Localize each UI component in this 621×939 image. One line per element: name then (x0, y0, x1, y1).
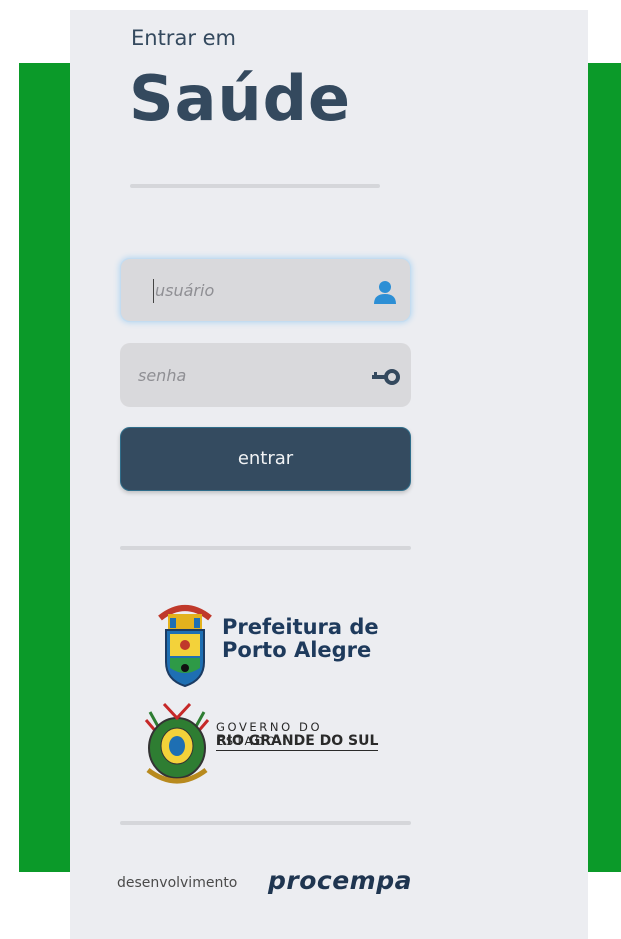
password-input[interactable] (138, 343, 368, 407)
rio-grande-do-sul-coat-of-arms-icon (144, 702, 210, 784)
username-input[interactable] (155, 259, 385, 321)
page-subtitle: Entrar em (131, 26, 236, 50)
development-label: desenvolvimento (117, 875, 238, 891)
divider-bottom (120, 821, 411, 825)
prefeitura-line1: Prefeitura de (222, 615, 379, 639)
prefeitura-line2: Porto Alegre (222, 638, 372, 662)
governo-rio-grande-do-sul-logo: GOVERNO DO ESTADO RIO GRANDE DO SUL (140, 700, 390, 792)
divider-middle (120, 546, 411, 550)
text-caret (153, 279, 154, 303)
porto-alegre-crest-icon (158, 605, 212, 688)
username-field[interactable] (120, 258, 411, 322)
estado-line2: RIO GRANDE DO SUL (216, 733, 379, 751)
prefeitura-text: Prefeitura de Porto Alegre (222, 616, 379, 662)
prefeitura-porto-alegre-logo: Prefeitura de Porto Alegre (152, 596, 382, 688)
procempa-logo: procempa (268, 866, 412, 895)
login-button[interactable]: entrar (120, 427, 411, 491)
divider-top (130, 184, 380, 188)
key-icon (372, 369, 400, 385)
footer-credit: desenvolvimento procempa (117, 866, 437, 896)
user-icon (374, 281, 396, 304)
page-title: Saúde (129, 62, 352, 135)
password-field[interactable] (120, 343, 411, 407)
